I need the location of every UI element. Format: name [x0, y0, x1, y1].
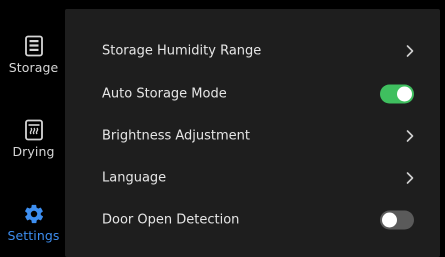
- sidebar-item-drying[interactable]: Drying: [4, 100, 63, 174]
- settings-row-brightness-adjustment[interactable]: Brightness Adjustment: [65, 115, 440, 157]
- door-open-detection-toggle[interactable]: [380, 210, 414, 230]
- chevron-right-icon: [406, 130, 414, 142]
- drying-icon: [24, 119, 43, 141]
- settings-row-storage-humidity-range[interactable]: Storage Humidity Range: [65, 30, 440, 72]
- settings-row-door-open-detection: Door Open Detection: [65, 199, 440, 241]
- chevron-right-icon: [406, 45, 414, 57]
- toggle-knob: [397, 86, 412, 102]
- storage-icon: [24, 35, 43, 57]
- sidebar: Storage Drying Settings: [4, 9, 63, 257]
- sidebar-item-storage[interactable]: Storage: [4, 16, 63, 90]
- toggle-knob: [382, 212, 397, 228]
- sidebar-item-label: Settings: [7, 228, 60, 243]
- auto-storage-mode-toggle[interactable]: [380, 84, 414, 104]
- settings-row-label: Language: [102, 170, 167, 186]
- sidebar-item-settings[interactable]: Settings: [4, 184, 63, 257]
- settings-row-label: Storage Humidity Range: [102, 43, 262, 59]
- device-screen: Storage Drying Settings Storage Humidity…: [0, 0, 445, 257]
- chevron-right-icon: [406, 172, 414, 184]
- settings-row-label: Auto Storage Mode: [102, 86, 227, 102]
- sidebar-item-label: Storage: [8, 60, 59, 75]
- settings-row-language[interactable]: Language: [65, 157, 440, 199]
- settings-row-label: Brightness Adjustment: [102, 128, 251, 144]
- gear-icon: [24, 204, 43, 224]
- settings-panel: Storage Humidity Range Auto Storage Mode…: [65, 9, 440, 257]
- sidebar-item-label: Drying: [12, 144, 55, 159]
- settings-row-auto-storage-mode: Auto Storage Mode: [65, 73, 440, 115]
- settings-row-label: Door Open Detection: [102, 212, 240, 228]
